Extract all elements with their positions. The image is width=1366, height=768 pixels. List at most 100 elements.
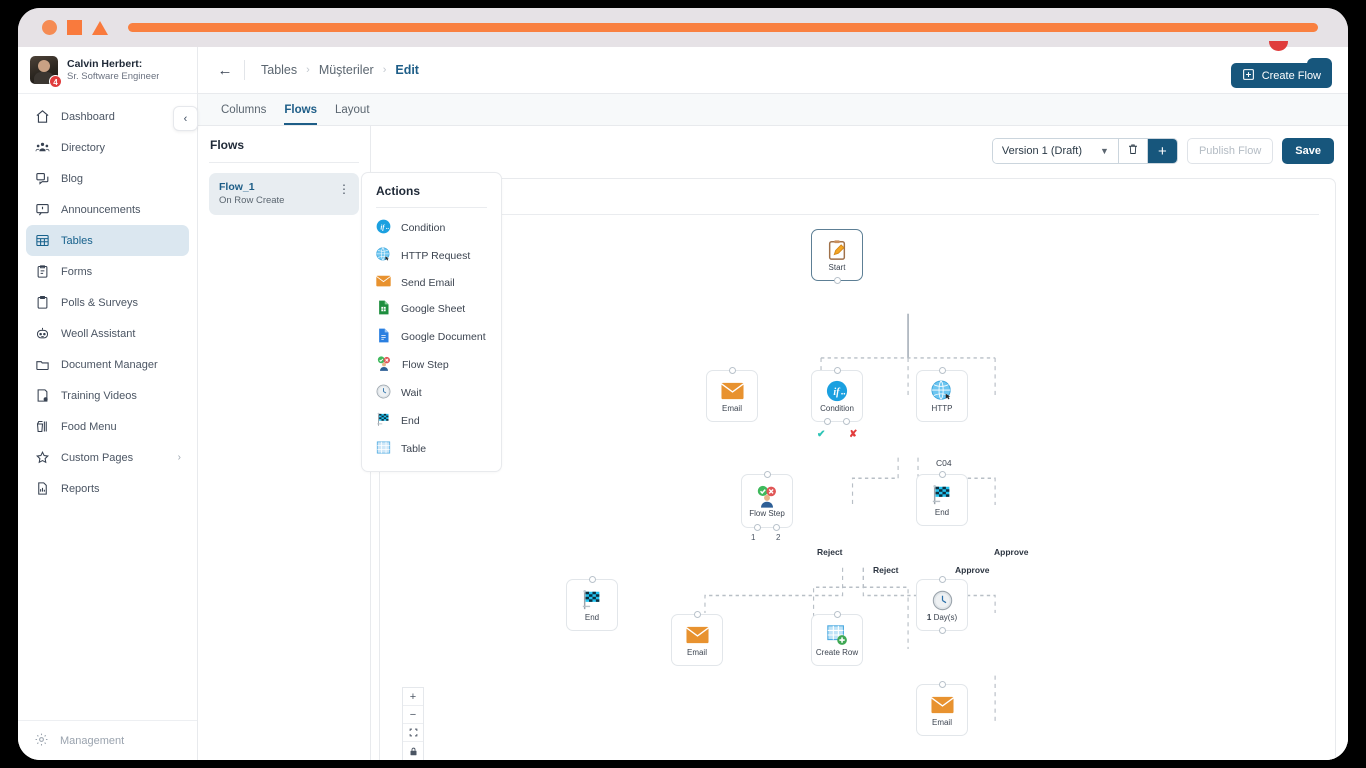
flow-node-email-3[interactable]: Email — [916, 681, 968, 736]
triangle-icon[interactable] — [92, 20, 108, 35]
sidebar-item-weoll-assistant[interactable]: Weoll Assistant — [26, 318, 189, 349]
tab-columns[interactable]: Columns — [212, 94, 275, 125]
sidebar-item-reports[interactable]: Reports — [26, 473, 189, 504]
action-item-flow-step[interactable]: Flow Step — [362, 351, 501, 379]
node-port[interactable] — [833, 367, 841, 374]
tab-layout[interactable]: Layout — [326, 94, 379, 125]
flow-canvas-panel: Flow — [379, 178, 1336, 760]
megaphone-icon — [34, 202, 50, 218]
version-select[interactable]: Version 1 (Draft) ▼ — [992, 139, 1119, 163]
action-label: End — [401, 415, 420, 427]
action-item-condition[interactable]: if Condition — [362, 214, 501, 242]
node-port[interactable] — [938, 367, 946, 374]
action-item-send-email[interactable]: Send Email — [362, 270, 501, 295]
action-item-table[interactable]: Table — [362, 435, 501, 463]
sidebar-item-tables[interactable]: Tables — [26, 225, 189, 256]
flow-node-create-row[interactable]: Create Row — [811, 611, 863, 666]
app-body: 4 Calvin Herbert: Sr. Software Engineer … — [18, 41, 1348, 760]
sidebar-item-blog[interactable]: Blog — [26, 163, 189, 194]
profile-block[interactable]: 4 Calvin Herbert: Sr. Software Engineer — [18, 47, 197, 94]
flow-node-email-2[interactable]: Email — [671, 611, 723, 666]
back-arrow-icon[interactable]: ← — [212, 57, 238, 83]
action-item-google-document[interactable]: Google Document — [362, 323, 501, 351]
node-port[interactable] — [693, 611, 701, 618]
port-number-1: 1 — [751, 533, 756, 542]
flow-node-http[interactable]: HTTP — [916, 367, 968, 422]
flow-node-start[interactable]: Start — [811, 229, 863, 284]
gear-icon — [34, 732, 49, 750]
node-port-1[interactable] — [754, 524, 761, 531]
save-button[interactable]: Save — [1282, 138, 1334, 164]
node-port[interactable] — [833, 611, 841, 618]
table-icon — [34, 233, 50, 249]
sidebar-item-label: Blog — [61, 172, 84, 185]
flow-node-end-2[interactable]: End — [566, 576, 618, 631]
node-port[interactable] — [938, 681, 946, 688]
flow-list-item[interactable]: Flow_1 On Row Create ⋮ — [209, 173, 359, 215]
node-port[interactable] — [938, 627, 946, 634]
sidebar-item-announcements[interactable]: Announcements — [26, 194, 189, 225]
zoom-out-icon[interactable]: − — [403, 706, 423, 724]
flow-node-label: Email — [721, 404, 742, 413]
checkered-flag-icon — [376, 412, 391, 430]
sidebar-item-forms[interactable]: Forms — [26, 256, 189, 287]
flow-node-wait[interactable]: 1 Day(s) — [916, 576, 968, 634]
profile-name: Calvin Herbert: — [67, 58, 143, 70]
action-item-http-request[interactable]: HTTP Request — [362, 242, 501, 270]
breadcrumb-item-musteriler[interactable]: Müşteriler — [319, 63, 374, 77]
approval-person-icon — [376, 356, 392, 374]
flows-panel: Flows Flow_1 On Row Create ⋮ — [198, 126, 371, 760]
flow-graph[interactable]: Start Email if Condition ✔ ✘ HTTP C04 Fl… — [380, 215, 1335, 760]
node-port-no[interactable] — [843, 418, 850, 425]
node-port[interactable] — [763, 471, 771, 478]
flow-node-flow-step[interactable]: Flow Step — [741, 471, 793, 531]
node-port[interactable] — [938, 576, 946, 583]
poll-icon — [34, 295, 50, 311]
sidebar-item-polls-surveys[interactable]: Polls & Surveys — [26, 287, 189, 318]
titlebar-address-bar[interactable] — [128, 23, 1318, 32]
sidebar-item-label: Forms — [61, 265, 93, 278]
node-port[interactable] — [938, 471, 946, 478]
sidebar-item-training-videos[interactable]: Training Videos — [26, 380, 189, 411]
sidebar-item-document-manager[interactable]: Document Manager — [26, 349, 189, 380]
action-item-end[interactable]: End — [362, 407, 501, 435]
flow-node-label: HTTP — [931, 404, 953, 413]
envelope-icon — [376, 275, 391, 290]
add-version-button[interactable]: + — [1147, 139, 1177, 163]
sidebar-item-directory[interactable]: Directory — [26, 132, 189, 163]
breadcrumb-item-tables[interactable]: Tables — [261, 63, 297, 77]
condition-if-icon: if — [825, 379, 849, 403]
circle-icon[interactable] — [42, 20, 57, 35]
node-port-yes[interactable] — [824, 418, 831, 425]
notification-badge: 4 — [49, 75, 62, 88]
sidebar-item-custom-pages[interactable]: Custom Pages › — [26, 442, 189, 473]
sidebar-item-food-menu[interactable]: Food Menu — [26, 411, 189, 442]
node-port[interactable] — [833, 277, 841, 284]
lock-icon[interactable] — [403, 742, 423, 760]
flow-node-condition[interactable]: if Condition — [811, 367, 863, 425]
node-port[interactable] — [728, 367, 736, 374]
app-window: 4 Calvin Herbert: Sr. Software Engineer … — [18, 8, 1348, 760]
delete-version-button[interactable] — [1118, 139, 1148, 163]
node-port-2[interactable] — [773, 524, 780, 531]
flow-node-end-1[interactable]: End — [916, 471, 968, 526]
sidebar-item-label: Weoll Assistant — [61, 327, 136, 340]
chevron-right-icon: › — [177, 452, 181, 463]
breadcrumb-item-edit[interactable]: Edit — [395, 63, 419, 77]
square-icon[interactable] — [67, 20, 82, 35]
action-item-google-sheet[interactable]: Google Sheet — [362, 295, 501, 323]
sidebar-item-dashboard[interactable]: Dashboard — [26, 101, 189, 132]
kebab-menu-icon[interactable]: ⋮ — [338, 181, 350, 195]
flow-node-email-1[interactable]: Email — [706, 367, 758, 422]
fit-view-icon[interactable] — [403, 724, 423, 742]
publish-flow-button[interactable]: Publish Flow — [1186, 138, 1274, 164]
plus-box-icon — [1242, 68, 1255, 84]
create-flow-button[interactable]: Create Flow — [1230, 63, 1332, 88]
zoom-controls: + − — [402, 687, 424, 760]
action-item-wait[interactable]: Wait — [362, 379, 501, 407]
tab-flows[interactable]: Flows — [275, 94, 326, 125]
sidebar-item-management[interactable]: Management — [18, 720, 197, 760]
chevron-left-icon[interactable]: ‹ — [173, 106, 198, 131]
node-port[interactable] — [588, 576, 596, 583]
zoom-in-icon[interactable]: + — [403, 688, 423, 706]
